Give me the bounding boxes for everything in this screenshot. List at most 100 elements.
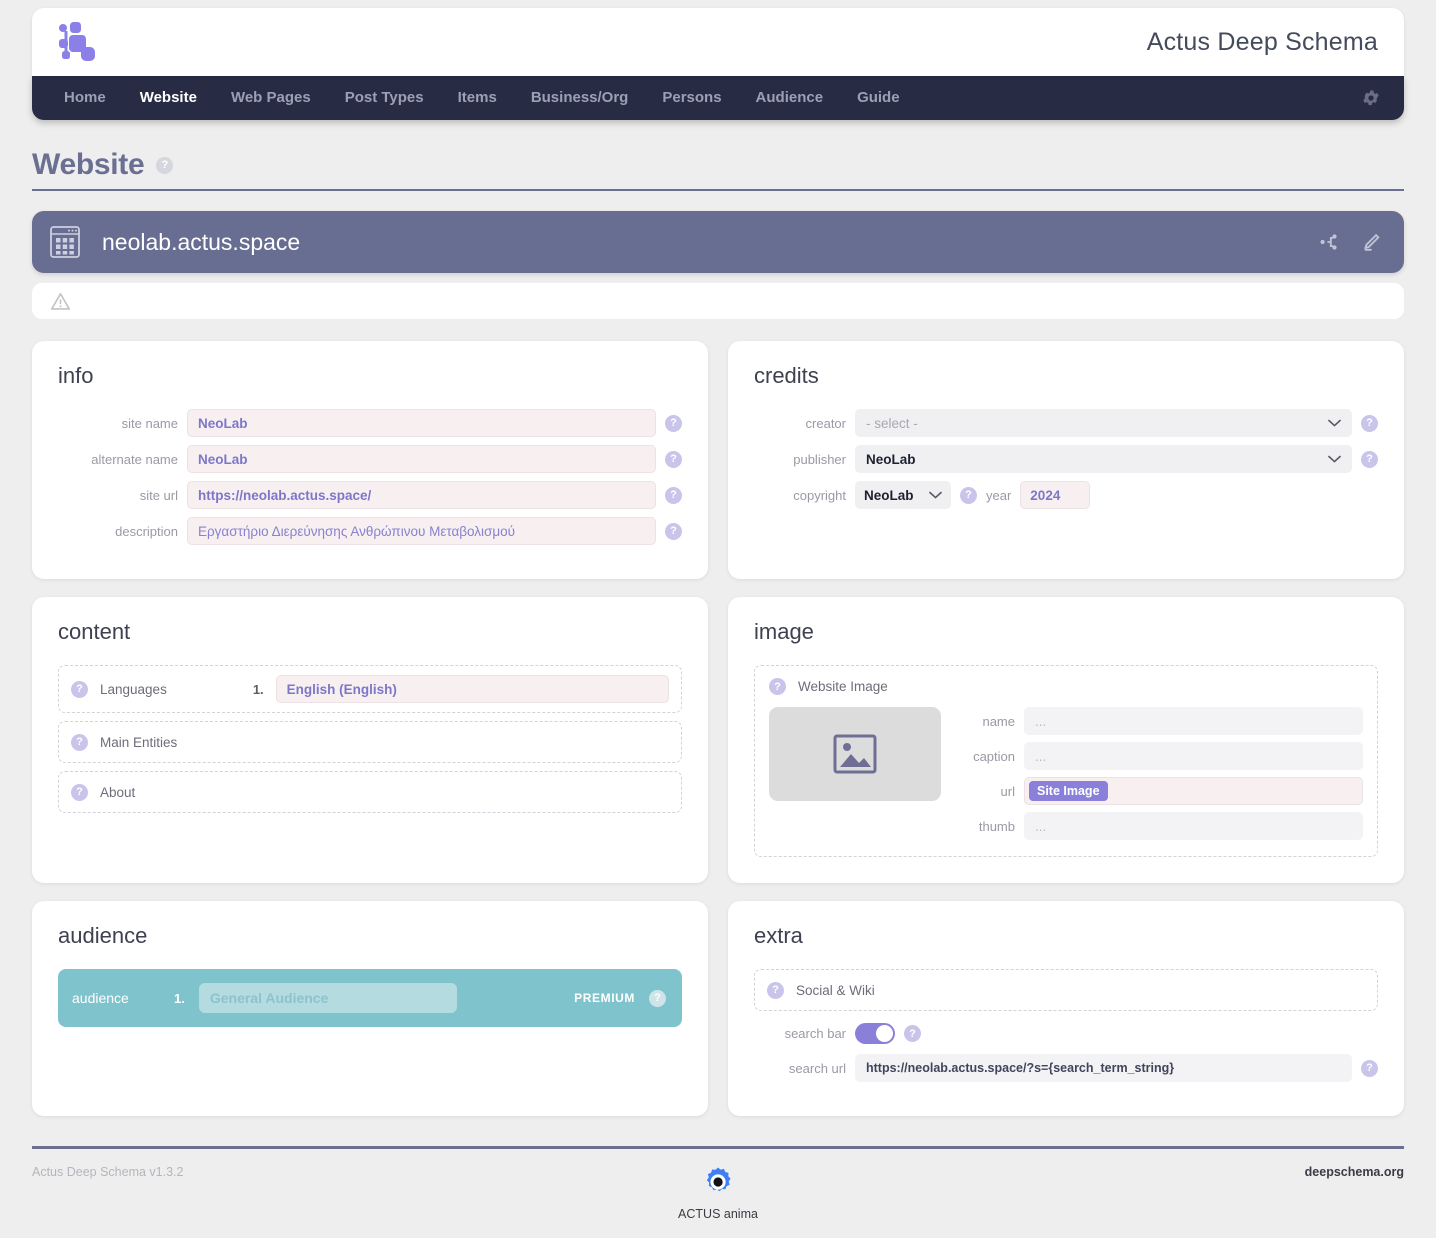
website-image-body: name ... caption ... url Site Image thum… [769, 707, 1363, 840]
field-alternate-name: alternate name NeoLab ? [58, 445, 682, 473]
toggle-knob [876, 1025, 893, 1042]
alternate-name-input[interactable]: NeoLab [187, 445, 656, 473]
image-name-input[interactable]: ... [1024, 707, 1363, 735]
nav-item-web-pages[interactable]: Web Pages [214, 76, 328, 120]
audience-value-input[interactable]: General Audience [198, 983, 457, 1013]
card-info: info site name NeoLab ? alternate name N… [32, 341, 708, 579]
warning-bar [32, 283, 1404, 319]
creator-help-icon[interactable]: ? [1361, 414, 1378, 432]
nav-item-items[interactable]: Items [441, 76, 514, 120]
site-name-label: neolab.actus.space [102, 228, 301, 255]
alternate-name-help-icon[interactable]: ? [665, 450, 682, 468]
group-main-entities[interactable]: ? Main Entities [58, 721, 682, 763]
nav-item-post-types[interactable]: Post Types [328, 76, 441, 120]
image-thumb-input[interactable]: ... [1024, 812, 1363, 840]
description-input[interactable]: Εργαστήριο Διερεύνησης Ανθρώπινου Μεταβο… [187, 517, 656, 545]
website-image-label: Website Image [798, 679, 888, 694]
card-extra-title: extra [754, 923, 803, 948]
browser-window-grid-icon [50, 226, 80, 258]
site-image-tag[interactable]: Site Image [1029, 781, 1108, 801]
group-about[interactable]: ? About [58, 771, 682, 813]
settings-gear-button[interactable] [1360, 87, 1382, 109]
site-name-input[interactable]: NeoLab [187, 409, 656, 437]
search-bar-toggle[interactable] [855, 1023, 895, 1044]
publisher-select-value: NeoLab [866, 451, 916, 467]
group-social-wiki[interactable]: ? Social & Wiki [754, 969, 1378, 1011]
main-nav: Home Website Web Pages Post Types Items … [32, 76, 1404, 120]
site-banner: neolab.actus.space [32, 211, 1404, 273]
image-url-input[interactable]: Site Image [1024, 777, 1363, 805]
copyright-select[interactable]: NeoLab [855, 481, 951, 509]
card-credits: credits creator - select - ? publisher N… [728, 341, 1404, 579]
footer-brand-label: ACTUS anima [678, 1207, 758, 1221]
website-image-help-icon[interactable]: ? [769, 678, 786, 695]
page-title: Website [32, 148, 145, 181]
field-label: name [982, 713, 1015, 729]
search-url-help-icon[interactable]: ? [1361, 1059, 1378, 1077]
premium-badge: PREMIUM [574, 991, 635, 1005]
website-image-group: ? Website Image name ... caption ... url… [754, 665, 1378, 857]
about-help-icon[interactable]: ? [71, 783, 88, 801]
chevron-down-icon [1328, 419, 1341, 427]
image-placeholder-icon [833, 734, 877, 774]
copyright-help-icon[interactable]: ? [960, 486, 977, 504]
creator-select[interactable]: - select - [855, 409, 1352, 437]
field-description: description Εργαστήριο Διερεύνησης Ανθρώ… [58, 517, 682, 545]
card-audience-title: audience [58, 923, 148, 948]
main-entities-label: Main Entities [100, 734, 178, 750]
field-site-url: site url https://neolab.actus.space/ ? [58, 481, 682, 509]
languages-item-input[interactable]: English (English) [275, 675, 669, 703]
nav-item-persons[interactable]: Persons [645, 76, 738, 120]
share-nodes-icon[interactable] [1318, 231, 1340, 253]
year-input[interactable]: 2024 [1020, 481, 1091, 509]
nav-item-guide[interactable]: Guide [840, 76, 917, 120]
nav-item-website[interactable]: Website [123, 76, 214, 120]
site-url-help-icon[interactable]: ? [665, 486, 682, 504]
field-image-thumb: thumb ... [957, 812, 1363, 840]
languages-help-icon[interactable]: ? [71, 680, 88, 698]
chevron-down-icon [929, 491, 942, 499]
field-search-bar: search bar ? [754, 1023, 1378, 1044]
search-bar-help-icon[interactable]: ? [904, 1025, 921, 1042]
about-label: About [100, 784, 136, 800]
field-site-name: site name NeoLab ? [58, 409, 682, 437]
nav-item-home[interactable]: Home [58, 76, 123, 120]
audience-help-icon[interactable]: ? [649, 989, 666, 1007]
site-url-input[interactable]: https://neolab.actus.space/ [187, 481, 656, 509]
footer-version: Actus Deep Schema v1.3.2 [32, 1165, 184, 1179]
network-node-logo [59, 22, 95, 61]
audience-item-number: 1. [174, 990, 185, 1006]
social-wiki-label: Social & Wiki [796, 982, 875, 998]
search-url-label: search url [788, 1060, 846, 1076]
footer-brand: ACTUS anima [678, 1165, 758, 1221]
cards-grid: info site name NeoLab ? alternate name N… [32, 341, 1404, 1116]
image-thumbnail-placeholder[interactable] [769, 707, 941, 801]
search-url-input[interactable]: https://neolab.actus.space/?s={search_te… [855, 1054, 1352, 1082]
image-caption-input[interactable]: ... [1024, 742, 1363, 770]
social-wiki-help-icon[interactable]: ? [767, 981, 784, 999]
group-languages[interactable]: ? Languages 1. English (English) [58, 665, 682, 713]
field-label: alternate name [91, 451, 178, 467]
footer-site-link[interactable]: deepschema.org [718, 1165, 1404, 1179]
card-image-title: image [754, 619, 814, 644]
actus-gear-icon[interactable] [701, 1165, 735, 1199]
site-name-help-icon[interactable]: ? [665, 414, 682, 432]
banner-actions [1318, 231, 1382, 253]
pencil-edit-icon[interactable] [1360, 231, 1382, 253]
languages-label: Languages [100, 681, 167, 697]
publisher-select[interactable]: NeoLab [855, 445, 1352, 473]
nav-item-audience[interactable]: Audience [739, 76, 841, 120]
field-publisher: publisher NeoLab ? [754, 445, 1378, 473]
publisher-help-icon[interactable]: ? [1361, 450, 1378, 468]
creator-select-value: - select - [866, 415, 918, 431]
field-label: site name [121, 415, 178, 431]
audience-row-label: audience [72, 990, 129, 1006]
website-image-header: ? Website Image [769, 678, 1363, 695]
nav-item-business-org[interactable]: Business/Org [514, 76, 646, 120]
card-image: image ? Website Image name ... caption .… [728, 597, 1404, 883]
main-entities-help-icon[interactable]: ? [71, 733, 88, 751]
image-fields: name ... caption ... url Site Image thum… [957, 707, 1363, 840]
field-label: description [115, 523, 178, 539]
page-help-icon[interactable]: ? [156, 156, 174, 174]
description-help-icon[interactable]: ? [665, 522, 682, 540]
